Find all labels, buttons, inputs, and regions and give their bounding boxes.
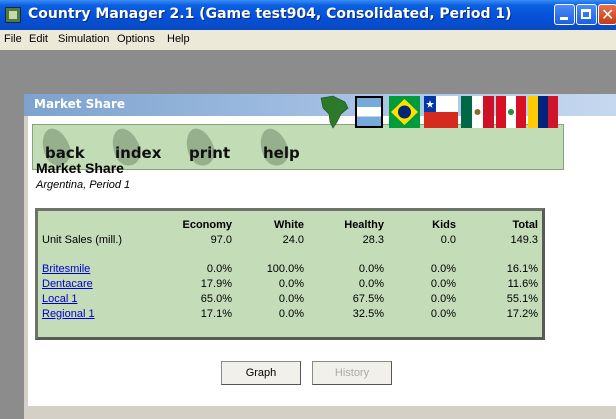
- mexico-flag-icon[interactable]: [461, 96, 494, 128]
- child-window-title: Market Share: [34, 97, 126, 111]
- unit-sales-row: Unit Sales (mill.) 97.0 24.0 28.3 0.0 14…: [42, 232, 538, 247]
- table-cell: 0.0: [440, 233, 456, 246]
- peru-flag-icon[interactable]: [496, 96, 526, 128]
- close-button[interactable]: ✕: [598, 4, 616, 25]
- menu-edit[interactable]: Edit: [29, 33, 48, 45]
- column-header: Kids: [432, 218, 456, 231]
- table-cell: 100.0%: [266, 262, 304, 275]
- title-bar: Country Manager 2.1 (Game test904, Conso…: [0, 0, 616, 30]
- table-cell: 0.0%: [278, 277, 304, 290]
- table-cell: 0.0%: [430, 307, 456, 320]
- table-cell: 0.0%: [278, 292, 304, 305]
- unit-sales-label: Unit Sales (mill.): [42, 233, 123, 246]
- table-cell: 0.0%: [430, 292, 456, 305]
- spacer-cell: [42, 247, 538, 261]
- table-header-row: Economy White Healthy Kids Total: [42, 217, 538, 232]
- menu-bar: File Edit Simulation Options Help: [0, 30, 616, 50]
- table-cell: 24.0: [282, 233, 304, 246]
- table-cell: 65.0%: [200, 292, 232, 305]
- table-cell: 17.1%: [200, 307, 232, 320]
- table-cell: 17.2%: [506, 307, 538, 320]
- table-cell: 16.1%: [506, 262, 538, 275]
- chile-flag-icon[interactable]: [424, 96, 458, 128]
- menu-simulation[interactable]: Simulation: [58, 33, 109, 45]
- table-row: Dentacare 17.9% 0.0% 0.0% 0.0% 11.6%: [42, 276, 538, 291]
- window-title: Country Manager 2.1 (Game test904, Conso…: [28, 6, 512, 22]
- table-cell: 0.0%: [430, 277, 456, 290]
- menu-file[interactable]: File: [4, 33, 22, 45]
- market-share-table: Economy White Healthy Kids Total Unit Sa…: [35, 208, 545, 340]
- company-cell: Local 1: [42, 291, 152, 306]
- table-cell: 17.9%: [200, 277, 232, 290]
- argentina-flag-icon[interactable]: [355, 96, 383, 128]
- table-cell: 0.0%: [430, 262, 456, 275]
- app-icon[interactable]: [5, 7, 21, 23]
- company-cell: Britesmile: [42, 261, 152, 276]
- page-title: Market Share: [36, 160, 124, 176]
- table-cell: 32.5%: [352, 307, 384, 320]
- graph-button[interactable]: Graph: [221, 361, 301, 385]
- print-button[interactable]: print: [181, 124, 249, 170]
- venezuela-flag-icon[interactable]: [528, 96, 558, 128]
- menu-help[interactable]: Help: [167, 33, 190, 45]
- company-cell: Dentacare: [42, 276, 152, 291]
- table-cell: 28.3: [362, 233, 384, 246]
- table-row: Local 1 65.0% 0.0% 67.5% 0.0% 55.1%: [42, 291, 538, 306]
- company-cell: Regional 1: [42, 306, 152, 321]
- table-header-empty: [42, 217, 152, 232]
- table-cell: 0.0%: [206, 262, 232, 275]
- menu-options[interactable]: Options: [117, 33, 155, 45]
- south-america-map-icon[interactable]: [315, 94, 351, 129]
- table-row: Britesmile 0.0% 100.0% 0.0% 0.0% 16.1%: [42, 261, 538, 276]
- table-cell: 67.5%: [352, 292, 384, 305]
- table-cell: 11.6%: [507, 277, 538, 290]
- minimize-button[interactable]: [554, 4, 575, 25]
- history-button[interactable]: History: [312, 361, 392, 385]
- table-cell: 0.0%: [358, 277, 384, 290]
- page-subtitle: Argentina, Period 1: [36, 179, 131, 191]
- help-label: help: [263, 144, 300, 162]
- table-row: Regional 1 17.1% 0.0% 32.5% 0.0% 17.2%: [42, 306, 538, 321]
- table-cell: 0.0%: [358, 262, 384, 275]
- company-link[interactable]: Dentacare: [42, 278, 93, 290]
- table-cell: 97.0: [210, 233, 232, 246]
- maximize-button[interactable]: [576, 4, 597, 25]
- brazil-flag-icon[interactable]: [389, 96, 420, 128]
- company-link[interactable]: Britesmile: [42, 263, 90, 275]
- column-header: Economy: [182, 218, 232, 231]
- table-cell: 55.1%: [506, 292, 538, 305]
- spacer-row: [42, 247, 538, 261]
- company-link[interactable]: Regional 1: [42, 308, 95, 320]
- maximize-icon: [581, 9, 591, 19]
- company-link[interactable]: Local 1: [42, 293, 77, 305]
- column-header: Healthy: [344, 218, 384, 231]
- close-icon: ✕: [601, 5, 615, 24]
- print-label: print: [189, 144, 231, 162]
- column-header: Total: [512, 218, 538, 231]
- table-cell: 149.3: [510, 233, 538, 246]
- table-cell: 0.0%: [278, 307, 304, 320]
- help-button[interactable]: help: [255, 124, 313, 170]
- minimize-icon: [560, 17, 568, 20]
- column-header: White: [274, 218, 304, 231]
